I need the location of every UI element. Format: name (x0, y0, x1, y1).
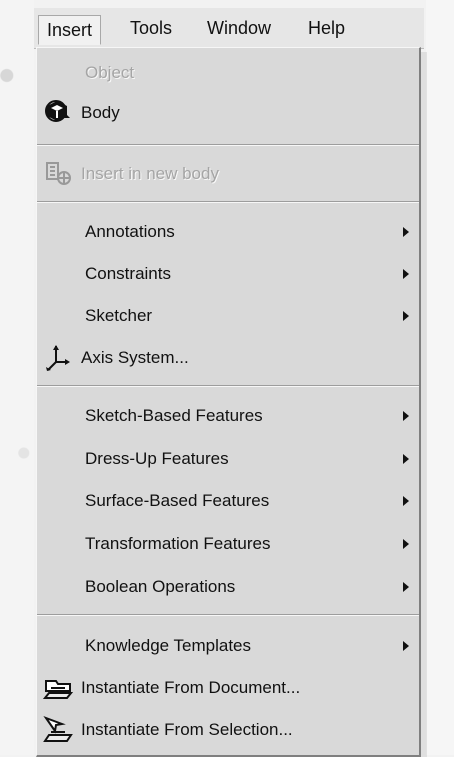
menu-item-label: Surface-Based Features (85, 491, 270, 510)
submenu-arrow-icon (403, 496, 409, 506)
menu-item-label: Transformation Features (85, 534, 271, 553)
menu-item-annotations[interactable]: Annotations (37, 212, 419, 252)
menu-item-transformation-features[interactable]: Transformation Features (37, 524, 419, 564)
menu-item-axis-system[interactable]: Axis System... (37, 338, 419, 378)
insert-new-body-icon (46, 162, 71, 185)
menu-item-label: Knowledge Templates (85, 636, 252, 655)
menu-item-label: Body (81, 103, 120, 122)
menu-separator (37, 385, 419, 387)
submenu-arrow-icon (403, 641, 409, 651)
submenu-arrow-icon (403, 411, 409, 421)
menu-item-label: Instantiate From Selection... (81, 720, 293, 739)
menubar-insert-label: Insert (47, 20, 93, 40)
menu-item-instantiate-from-document[interactable]: Instantiate From Document... (37, 668, 419, 708)
submenu-arrow-icon (403, 269, 409, 279)
menubar-tools[interactable]: Tools (128, 18, 174, 38)
menubar-help[interactable]: Help (306, 18, 347, 38)
menubar-help-label: Help (308, 18, 346, 38)
menu-item-label: Dress-Up Features (85, 449, 229, 468)
menu-item-object[interactable]: Object (37, 53, 419, 93)
submenu-arrow-icon (403, 311, 409, 321)
menu-item-label: Boolean Operations (85, 577, 236, 596)
left-background (0, 0, 34, 755)
menu-separator (37, 201, 419, 203)
menu-item-label: Object (85, 63, 135, 82)
menu-item-body[interactable]: Body (37, 93, 419, 133)
menu-item-knowledge-templates[interactable]: Knowledge Templates (37, 626, 419, 666)
menu-item-instantiate-from-selection[interactable]: Instantiate From Selection... (37, 710, 419, 750)
submenu-arrow-icon (403, 539, 409, 549)
menu-item-label: Sketcher (85, 306, 153, 325)
insert-dropdown-menu: Object Body Insert in new body Annotatio… (36, 47, 421, 757)
menu-item-boolean-operations[interactable]: Boolean Operations (37, 567, 419, 607)
menu-item-label: Constraints (85, 264, 171, 283)
menu-item-label: Instantiate From Document... (81, 678, 301, 697)
right-background (426, 0, 454, 755)
menu-item-sketcher[interactable]: Sketcher (37, 296, 419, 336)
menu-item-label: Annotations (85, 222, 175, 241)
instantiate-document-icon (43, 680, 73, 699)
menu-bar: Insert Tools Window Help (34, 8, 424, 49)
menu-item-sketch-based-features[interactable]: Sketch-Based Features (37, 396, 419, 436)
menu-item-surface-based-features[interactable]: Surface-Based Features (37, 481, 419, 521)
submenu-arrow-icon (403, 454, 409, 464)
menu-item-insert-in-new-body[interactable]: Insert in new body (37, 154, 419, 194)
menu-item-label: Sketch-Based Features (85, 406, 263, 425)
submenu-arrow-icon (403, 227, 409, 237)
menubar-insert[interactable]: Insert (38, 15, 102, 45)
axis-system-icon (46, 345, 70, 371)
menubar-window-label: Window (207, 18, 272, 38)
menu-item-label: Axis System... (81, 348, 189, 367)
menubar-tools-label: Tools (130, 18, 173, 38)
menu-item-dress-up-features[interactable]: Dress-Up Features (37, 439, 419, 479)
menubar-window[interactable]: Window (205, 18, 273, 38)
menu-separator (37, 144, 419, 146)
submenu-arrow-icon (403, 582, 409, 592)
menu-item-label: Insert in new body (81, 164, 219, 183)
menu-separator (37, 614, 419, 616)
menu-item-constraints[interactable]: Constraints (37, 254, 419, 294)
instantiate-selection-icon (43, 715, 73, 742)
body-icon (45, 100, 70, 122)
